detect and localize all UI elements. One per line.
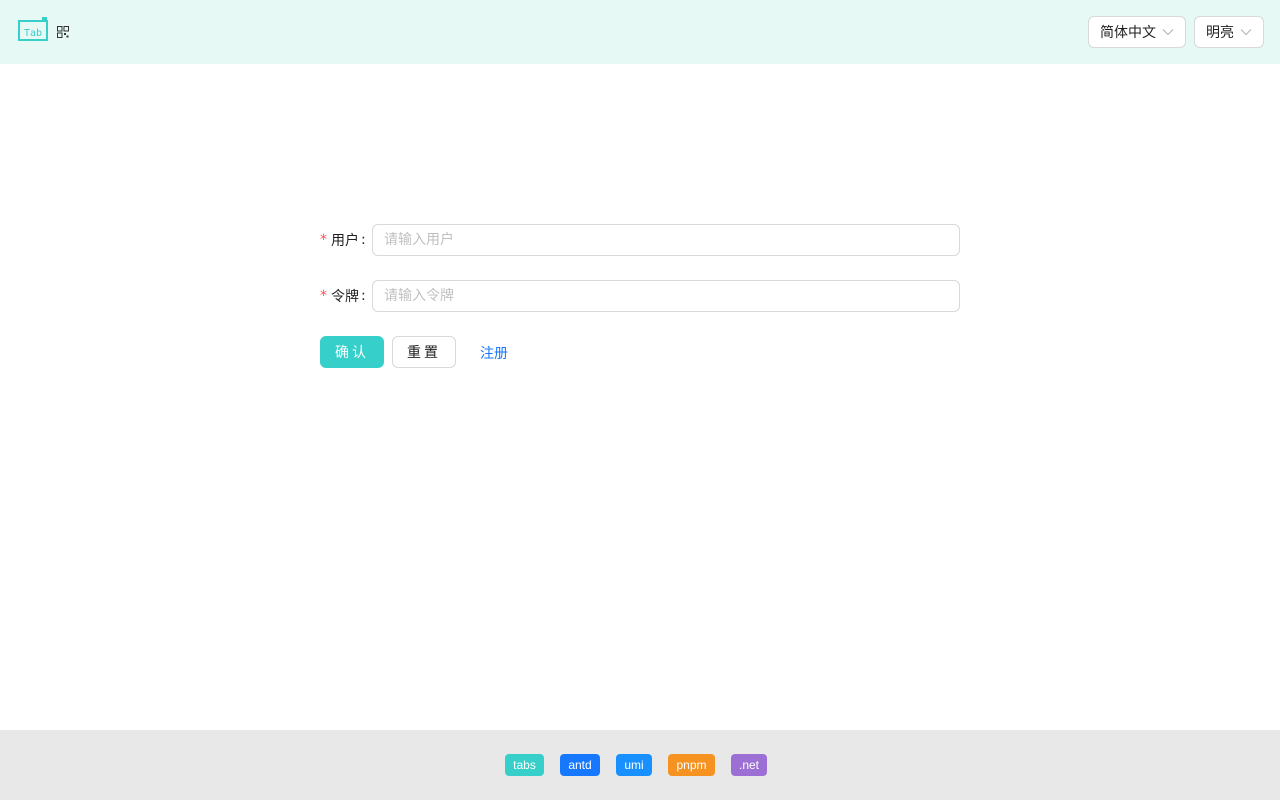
language-select[interactable]: 简体中文 — [1088, 16, 1186, 48]
badge-pnpm[interactable]: pnpm — [668, 754, 715, 776]
theme-select-value: 明亮 — [1206, 25, 1234, 41]
user-input[interactable] — [372, 224, 960, 256]
badge-umi[interactable]: umi — [616, 754, 652, 776]
qrcode-icon[interactable] — [57, 26, 69, 38]
logo-text: Tab — [24, 28, 42, 39]
required-mark: * — [320, 232, 327, 248]
token-label: * 令牌 : — [320, 286, 372, 306]
required-mark: * — [320, 288, 327, 304]
user-form-item: * 用户 : — [320, 224, 960, 256]
user-label: * 用户 : — [320, 230, 372, 250]
chevron-down-icon — [1162, 29, 1174, 36]
chevron-down-icon — [1240, 29, 1252, 36]
reset-button[interactable]: 重置 — [392, 336, 456, 368]
label-colon: : — [361, 232, 366, 248]
user-label-text: 用户 — [331, 233, 359, 249]
language-select-value: 简体中文 — [1100, 25, 1156, 41]
app-footer: tabs antd umi pnpm .net — [0, 730, 1280, 800]
label-colon: : — [361, 288, 366, 304]
badge-tabs[interactable]: tabs — [505, 754, 544, 776]
badge-antd[interactable]: antd — [560, 754, 600, 776]
token-input[interactable] — [372, 280, 960, 312]
token-label-text: 令牌 — [331, 289, 359, 305]
token-form-item: * 令牌 : — [320, 280, 960, 312]
badge-dotnet[interactable]: .net — [731, 754, 767, 776]
tab-logo-icon[interactable]: Tab — [18, 17, 48, 41]
theme-select[interactable]: 明亮 — [1194, 16, 1264, 48]
register-link[interactable]: 注册 — [480, 343, 508, 363]
confirm-button[interactable]: 确认 — [320, 336, 384, 368]
app-header: Tab 简体中文 明亮 — [0, 0, 1280, 64]
